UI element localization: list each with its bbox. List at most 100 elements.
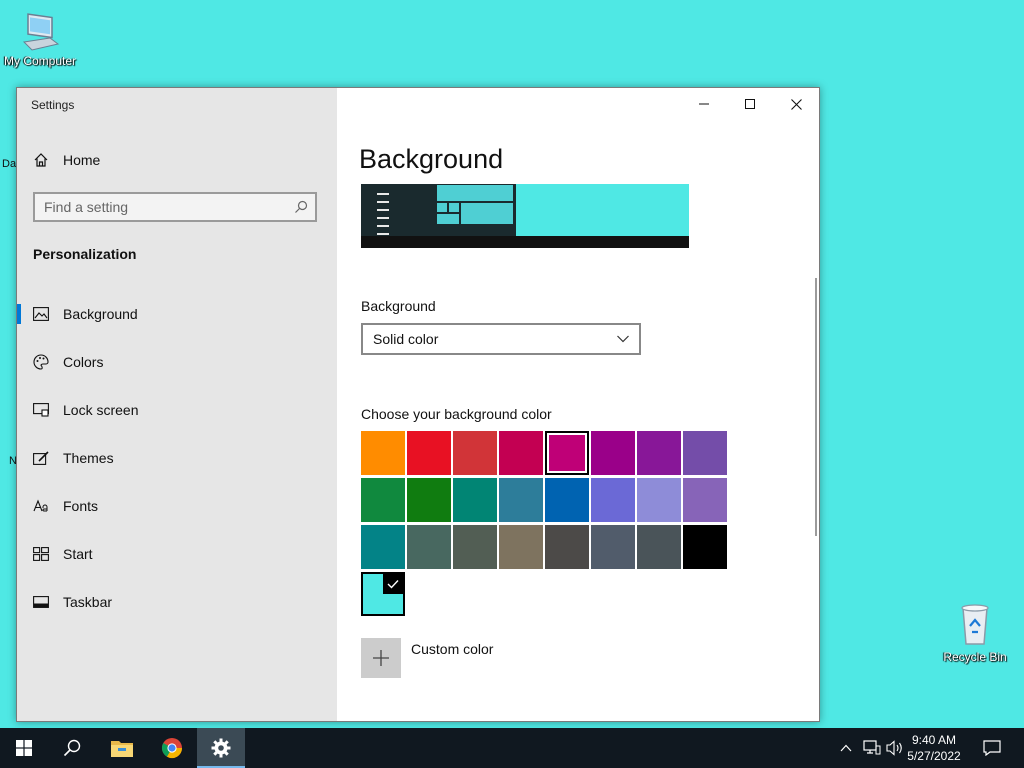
color-swatch[interactable]: [591, 525, 635, 569]
color-swatch[interactable]: [545, 525, 589, 569]
color-swatch[interactable]: [683, 525, 727, 569]
taskbar-chrome[interactable]: [148, 728, 196, 768]
file-explorer-icon: [111, 741, 133, 757]
color-swatch[interactable]: [453, 431, 497, 475]
sidebar-item-label: Lock screen: [63, 402, 139, 418]
color-swatch[interactable]: [361, 478, 405, 522]
sidebar-item-label: Background: [63, 306, 138, 322]
taskbar-clock[interactable]: 9:40 AM 5/27/2022: [902, 732, 966, 764]
start-button[interactable]: [0, 728, 48, 768]
color-swatch[interactable]: [361, 431, 405, 475]
taskbar-search-button[interactable]: [48, 728, 96, 768]
home-nav-item[interactable]: Home: [33, 152, 100, 168]
sidebar-item-themes[interactable]: Themes: [17, 434, 337, 482]
custom-color-button[interactable]: [361, 638, 401, 678]
home-icon: [34, 153, 48, 167]
color-swatch[interactable]: [637, 431, 681, 475]
color-swatch[interactable]: [545, 478, 589, 522]
desktop-icon-recycle-bin[interactable]: Recycle Bin: [935, 600, 1015, 664]
sidebar-item-label: Start: [63, 546, 93, 562]
scrollbar[interactable]: [815, 278, 817, 536]
color-swatch[interactable]: [499, 478, 543, 522]
plus-icon: [373, 650, 389, 666]
color-swatch[interactable]: [361, 525, 405, 569]
color-swatch[interactable]: [637, 478, 681, 522]
color-swatch[interactable]: [453, 478, 497, 522]
clock-time: 9:40 AM: [911, 733, 957, 747]
maximize-button[interactable]: [727, 88, 773, 120]
sidebar: Settings Home Personalization Background: [17, 88, 337, 721]
choose-color-label: Choose your background color: [361, 406, 552, 422]
color-swatch[interactable]: [407, 478, 451, 522]
home-label: Home: [63, 152, 101, 168]
computer-icon: [22, 13, 60, 51]
color-swatch[interactable]: [407, 431, 451, 475]
sidebar-item-start[interactable]: Start: [17, 530, 337, 578]
desktop-edge-text: Da: [2, 158, 17, 170]
chevron-down-icon: [617, 335, 629, 343]
taskbar-icon: [33, 594, 49, 610]
color-swatch[interactable]: [637, 525, 681, 569]
settings-icon: [211, 738, 231, 758]
sidebar-item-colors[interactable]: Colors: [17, 338, 337, 386]
windows-logo-icon: [16, 740, 32, 756]
background-type-dropdown[interactable]: Solid color: [361, 323, 641, 355]
sidebar-item-label: Taskbar: [63, 594, 113, 610]
color-swatch[interactable]: [407, 525, 451, 569]
chrome-icon: [161, 738, 183, 759]
minimize-icon: [699, 103, 709, 105]
chevron-up-icon: [840, 744, 852, 752]
color-swatch[interactable]: [591, 478, 635, 522]
desktop-icon-my-computer[interactable]: My Computer: [0, 10, 80, 68]
preview-start-menu: [361, 184, 516, 243]
network-button[interactable]: [860, 728, 884, 768]
color-swatch[interactable]: [683, 478, 727, 522]
fonts-icon: [33, 498, 49, 514]
search-icon: [63, 739, 81, 757]
color-swatch[interactable]: [499, 431, 543, 475]
recycle-bin-icon: [961, 604, 989, 645]
sidebar-item-label: Themes: [63, 450, 114, 466]
color-swatch[interactable]: [499, 525, 543, 569]
preview-taskbar: [361, 236, 689, 248]
sidebar-item-lock-screen[interactable]: Lock screen: [17, 386, 337, 434]
selected-color-swatch[interactable]: [361, 572, 405, 616]
content-pane: Background Background Solid color Choose…: [337, 88, 819, 721]
desktop-icon-label: Recycle Bin: [943, 650, 1007, 664]
color-swatch[interactable]: [591, 431, 635, 475]
clock-date: 5/27/2022: [907, 749, 961, 763]
color-swatch[interactable]: [683, 431, 727, 475]
sidebar-item-background[interactable]: Background: [17, 290, 337, 338]
notification-icon: [983, 740, 1001, 756]
close-button[interactable]: [773, 88, 819, 120]
swatch-row: [361, 431, 729, 475]
taskbar-file-explorer[interactable]: [98, 728, 146, 768]
settings-window: Settings Home Personalization Background: [16, 87, 820, 722]
search-box: [33, 192, 317, 222]
color-swatch-grid: [361, 431, 729, 572]
sidebar-item-fonts[interactable]: Fonts: [17, 482, 337, 530]
minimize-button[interactable]: [681, 88, 727, 120]
custom-color-label[interactable]: Custom color: [411, 641, 493, 657]
tray-chevron-button[interactable]: [836, 728, 856, 768]
network-icon: [863, 740, 881, 755]
color-swatch[interactable]: [545, 431, 589, 475]
window-title: Settings: [31, 98, 75, 112]
picture-icon: [33, 306, 49, 322]
sidebar-item-label: Fonts: [63, 498, 99, 514]
sidebar-item-taskbar[interactable]: Taskbar: [17, 578, 337, 626]
color-swatch[interactable]: [453, 525, 497, 569]
action-center-button[interactable]: [978, 728, 1006, 768]
lock-screen-icon: [33, 402, 49, 418]
maximize-icon: [745, 99, 755, 109]
background-label: Background: [361, 298, 436, 314]
sidebar-nav: Background Colors Lock screen Themes Fon…: [17, 290, 337, 626]
taskbar-settings[interactable]: [197, 728, 245, 768]
section-title: Personalization: [33, 246, 137, 262]
search-input[interactable]: [35, 198, 294, 216]
palette-icon: [33, 354, 49, 370]
swatch-row: [361, 478, 729, 522]
desktop-icon-label: My Computer: [3, 54, 77, 68]
dropdown-value: Solid color: [373, 331, 439, 347]
search-icon[interactable]: [294, 200, 308, 214]
